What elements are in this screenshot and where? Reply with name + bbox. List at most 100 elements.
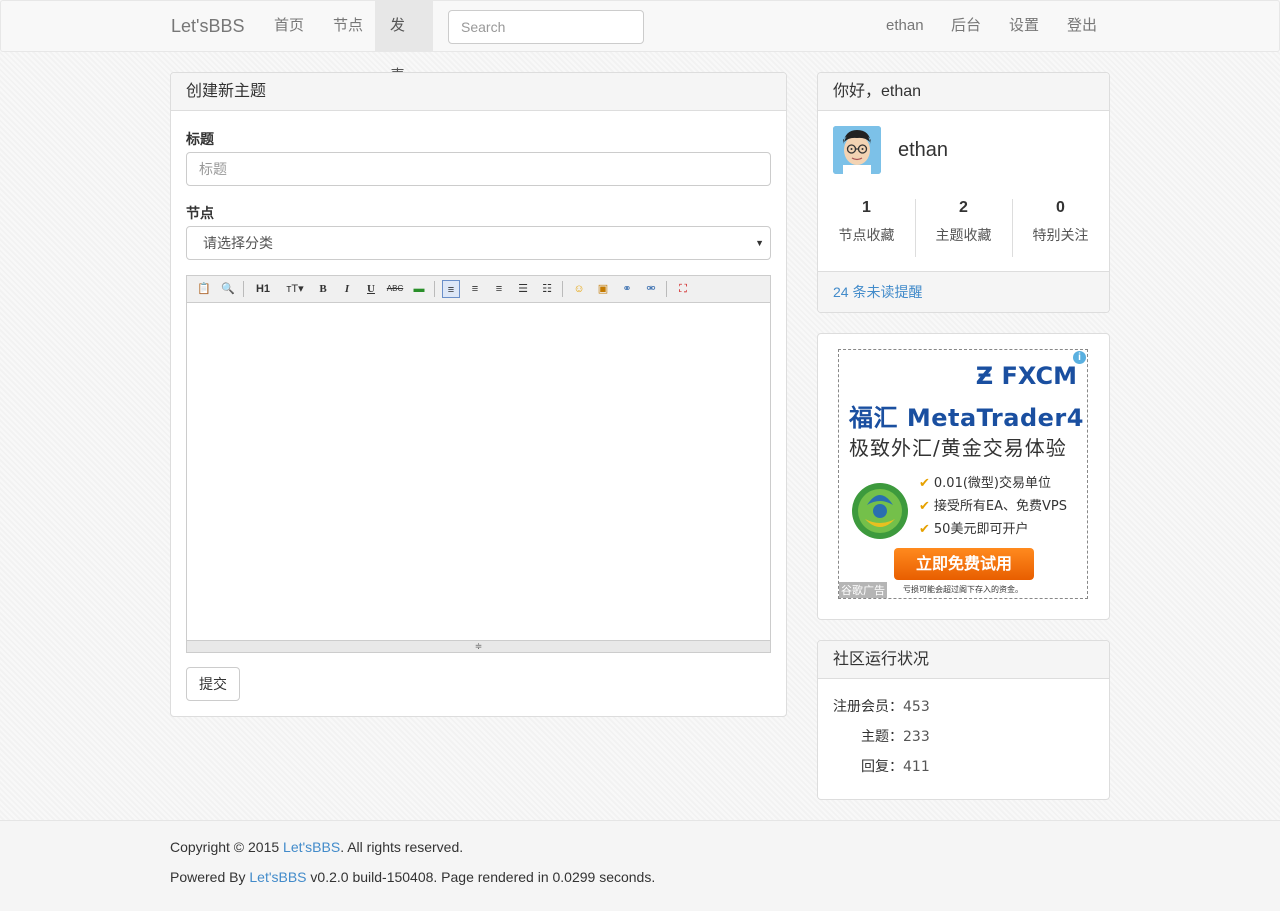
stat-node-favorites[interactable]: 1 节点收藏 [818, 199, 915, 245]
strikethrough-button[interactable]: ABC [386, 280, 404, 298]
user-greeting: 你好，ethan [818, 73, 1109, 111]
community-stats-panel: 社区运行状况 注册会员：453 主题：233 回复：411 [817, 640, 1110, 800]
node-select[interactable]: 请选择分类 ▼ [186, 226, 771, 260]
emoji-icon[interactable]: ☺ [570, 280, 588, 298]
powered-by-line: Powered By Let'sBBS v0.2.0 build-150408.… [170, 869, 655, 885]
panel-heading: 创建新主题 [171, 73, 786, 111]
ad-bullet-text: 50美元即可开户 [933, 522, 1029, 537]
ad-bullet: ✔ 50美元即可开户 [919, 518, 1028, 537]
panel-heading: 社区运行状况 [818, 641, 1109, 679]
stat-number: 2 [959, 199, 968, 216]
members-label: 注册会员： [833, 699, 903, 715]
check-icon: ✔ [919, 499, 930, 514]
rich-text-editor: 📋 🔍 H1 ᴛT▾ B I U ABC ▬ ≡ ≡ ≡ ☰ ☷ ☺ ▣ ⚭ ⚮… [186, 275, 771, 653]
page-footer: Copyright © 2015 Let'sBBS. All rights re… [0, 820, 1280, 911]
italic-button[interactable]: I [338, 280, 356, 298]
nav-settings[interactable]: 设置 [994, 1, 1054, 51]
replies-value: 411 [903, 759, 930, 775]
paste-icon[interactable]: 📋 [195, 280, 213, 298]
user-avatar[interactable] [833, 126, 881, 174]
nav-nodes[interactable]: 节点 [318, 1, 378, 51]
toolbar-separator [434, 281, 435, 297]
avatar-face-icon [833, 126, 881, 174]
stat-label: 主题收藏 [935, 227, 992, 243]
topics-label: 主题： [861, 729, 903, 745]
search-input[interactable] [448, 10, 644, 44]
nav-admin[interactable]: 后台 [936, 1, 996, 51]
ad-subtitle: 极致外汇/黄金交易体验 [849, 436, 1067, 460]
align-left-icon[interactable]: ≡ [442, 280, 460, 298]
ordered-list-icon[interactable]: ☰ [514, 280, 532, 298]
unordered-list-icon[interactable]: ☷ [538, 280, 556, 298]
create-topic-panel: 创建新主题 标题 节点 请选择分类 ▼ 📋 🔍 H1 ᴛT▾ B I U ABC… [170, 72, 787, 717]
copyright-prefix: Copyright © 2015 [170, 839, 284, 855]
ad-bullet: ✔ 接受所有EA、免费VPS [919, 495, 1067, 514]
fullscreen-icon[interactable]: ⛶ [674, 280, 692, 298]
image-icon[interactable]: ▣ [594, 280, 612, 298]
stat-topic-favorites[interactable]: 2 主题收藏 [915, 199, 1012, 245]
replies-label: 回复： [861, 759, 903, 775]
check-icon: ✔ [919, 476, 930, 491]
title-label: 标题 [186, 131, 214, 147]
editor-content-area[interactable] [187, 303, 770, 640]
powered-prefix: Powered By [170, 869, 250, 885]
align-center-icon[interactable]: ≡ [466, 280, 484, 298]
ad-banner[interactable]: i Ƶ FXCM 福汇 MetaTrader4 极致外汇/黄金交易体验 ✔ 0.0… [838, 349, 1088, 599]
ad-title: 福汇 MetaTrader4 [849, 404, 1084, 432]
font-size-icon[interactable]: ᴛT▾ [284, 280, 306, 298]
panel-footer: 24 条未读提醒 [818, 271, 1109, 312]
align-right-icon[interactable]: ≡ [490, 280, 508, 298]
fxcm-logo-text: FXCM [1001, 362, 1077, 390]
site-link[interactable]: Let'sBBS [283, 839, 340, 855]
nav-home[interactable]: 首页 [259, 1, 319, 51]
replies-stat: 回复：411 [861, 756, 930, 776]
heading-button[interactable]: H1 [250, 280, 276, 298]
topics-stat: 主题：233 [861, 726, 930, 746]
ad-bullet-text: 接受所有EA、免费VPS [933, 499, 1067, 514]
copyright-line: Copyright © 2015 Let'sBBS. All rights re… [170, 839, 463, 855]
ad-disclaimer: 亏损可能会超过阁下存入的资金。 [903, 585, 1023, 594]
toolbar-separator [562, 281, 563, 297]
node-label: 节点 [186, 205, 214, 221]
topics-value: 233 [903, 729, 930, 745]
toolbar-separator [243, 281, 244, 297]
nav-user[interactable]: ethan [871, 1, 939, 51]
stat-number: 1 [862, 199, 871, 216]
stat-label: 特别关注 [1032, 227, 1089, 243]
select-caret-icon: ▼ [755, 238, 764, 248]
unlink-icon[interactable]: ⚮ [642, 280, 660, 298]
brand-link[interactable]: Let'sBBS [171, 16, 244, 37]
title-input[interactable] [186, 152, 771, 186]
powered-link[interactable]: Let'sBBS [249, 869, 306, 885]
nav-post[interactable]: 发表 [375, 1, 433, 84]
editor-resize-handle[interactable]: ≑ [187, 640, 770, 652]
ad-tag: 谷歌广告 [839, 582, 887, 598]
check-icon: ✔ [919, 522, 930, 537]
stat-following[interactable]: 0 特别关注 [1012, 199, 1109, 245]
fxcm-logo: Ƶ FXCM [976, 362, 1077, 390]
ad-bullet-text: 0.01(微型)交易单位 [933, 476, 1051, 491]
navbar: Let'sBBS 首页 节点 发表 ethan 后台 设置 登出 [0, 0, 1280, 84]
members-value: 453 [903, 699, 930, 715]
unread-notifications-link[interactable]: 24 条未读提醒 [833, 284, 922, 300]
toolbar-separator [666, 281, 667, 297]
ad-panel: i Ƶ FXCM 福汇 MetaTrader4 极致外汇/黄金交易体验 ✔ 0.0… [817, 333, 1110, 620]
ad-bullet: ✔ 0.01(微型)交易单位 [919, 472, 1051, 491]
copyright-suffix: . All rights reserved. [340, 839, 464, 855]
powered-suffix: v0.2.0 build-150408. Page rendered in 0.… [306, 869, 656, 885]
link-icon[interactable]: ⚭ [618, 280, 636, 298]
highlight-icon[interactable]: ▬ [410, 280, 428, 298]
user-panel: 你好，ethan ethan 1 节点收藏 2 主题收藏 0 特别关注 24 条… [817, 72, 1110, 313]
stat-number: 0 [1056, 199, 1065, 216]
members-stat: 注册会员：453 [833, 696, 930, 716]
metatrader-logo-icon [852, 483, 908, 539]
submit-button[interactable]: 提交 [186, 667, 240, 701]
editor-toolbar: 📋 🔍 H1 ᴛT▾ B I U ABC ▬ ≡ ≡ ≡ ☰ ☷ ☺ ▣ ⚭ ⚮… [187, 276, 770, 303]
ad-cta-button[interactable]: 立即免费试用 [894, 548, 1034, 580]
preview-icon[interactable]: 🔍 [219, 280, 237, 298]
underline-button[interactable]: U [362, 280, 380, 298]
user-name[interactable]: ethan [898, 139, 948, 162]
bold-button[interactable]: B [314, 280, 332, 298]
fxcm-logo-mark-icon: Ƶ [975, 362, 994, 390]
nav-logout[interactable]: 登出 [1052, 1, 1112, 51]
